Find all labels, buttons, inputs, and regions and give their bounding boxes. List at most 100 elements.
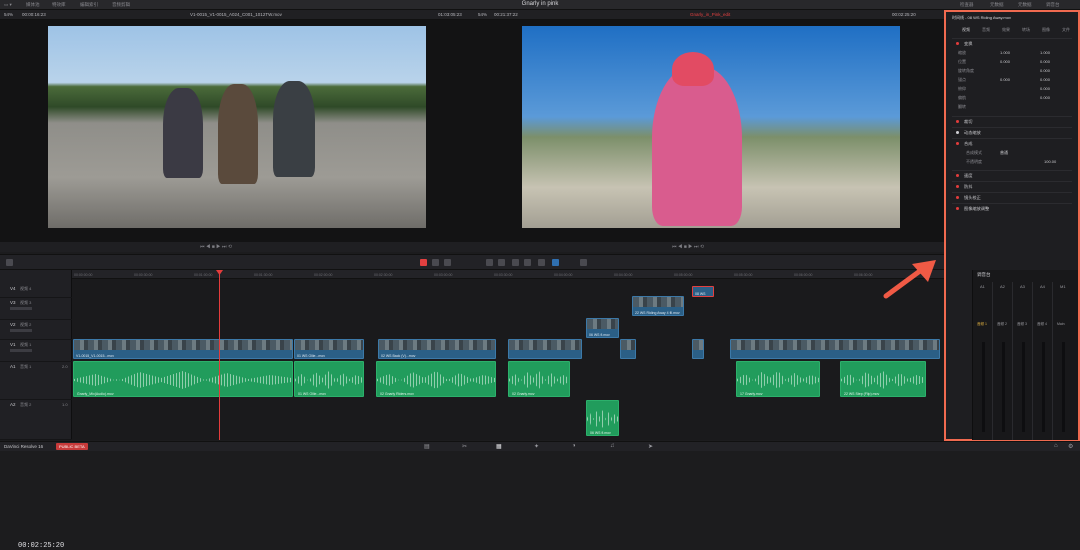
- track-controls[interactable]: [10, 349, 32, 353]
- source-viewer[interactable]: [0, 20, 472, 242]
- track-controls[interactable]: [10, 307, 32, 311]
- track-header-a1[interactable]: A1 音频 1 2.0: [0, 362, 72, 400]
- section-composite[interactable]: 合成: [952, 138, 1072, 148]
- timeline-name[interactable]: Gnarly_in_Pink_edit: [690, 12, 730, 17]
- transform-row[interactable]: 缩放 1.000 1.000: [952, 49, 1072, 58]
- transform-row[interactable]: 翻转: [952, 103, 1072, 112]
- deliver-page-icon[interactable]: ➤: [648, 443, 653, 450]
- media-page-icon[interactable]: ▤: [424, 443, 430, 450]
- enable-dot[interactable]: [956, 196, 959, 199]
- tab-video[interactable]: 视频: [962, 27, 970, 33]
- trim-tool-icon[interactable]: [432, 259, 439, 266]
- audio-clip[interactable]: 01 WS Ollie...mov: [294, 361, 364, 397]
- mixer-channel[interactable]: A1 音频 1: [975, 282, 993, 440]
- audio-clip[interactable]: 06 WS fl.mov: [586, 400, 619, 436]
- topbar-metadata[interactable]: 元数据: [990, 2, 1004, 8]
- color-page-icon[interactable]: ◑: [572, 443, 576, 449]
- timeline-clip[interactable]: [508, 339, 582, 359]
- composite-mode-row[interactable]: 合成模式 普通: [952, 149, 1072, 158]
- tab-file[interactable]: 文件: [1062, 27, 1070, 33]
- play-controls-icon[interactable]: ⏮ ◀ ■ ▶ ⏭ ⟲: [672, 244, 704, 250]
- playhead[interactable]: [219, 270, 220, 440]
- enable-dot[interactable]: [956, 185, 959, 188]
- section-stabilization[interactable]: 防抖: [952, 181, 1072, 191]
- section-dynamic-zoom[interactable]: 动态缩放: [952, 127, 1072, 137]
- topbar-metadata-2[interactable]: 元数据: [1018, 2, 1032, 8]
- play-controls-icon[interactable]: ⏮ ◀ ■ ▶ ⏭ ⟲: [200, 244, 232, 250]
- timeline-clip[interactable]: 02 WS Back (V)...mov: [378, 339, 496, 359]
- insert-icon[interactable]: [486, 259, 493, 266]
- audio-clip[interactable]: 22 WS Step (Flip).mov: [840, 361, 926, 397]
- track-header-a2[interactable]: A2 音频 2 1.0: [0, 400, 72, 440]
- layout-icon[interactable]: [6, 259, 13, 266]
- marker-icon[interactable]: [552, 259, 559, 266]
- fusion-page-icon[interactable]: ✦: [534, 443, 539, 450]
- transform-row[interactable]: 位置 0.000 0.000: [952, 58, 1072, 67]
- enable-dot[interactable]: [956, 120, 959, 123]
- timeline-clip[interactable]: [620, 339, 636, 359]
- track-header-v4[interactable]: V4 视频 4: [0, 284, 72, 298]
- source-clip-name[interactable]: V1-0015_V1-0015_A024_C001_1012TW.mov: [190, 12, 282, 17]
- audio-clip[interactable]: 17 Gnarly.mov: [736, 361, 820, 397]
- cut-page-icon[interactable]: ✂: [462, 443, 467, 450]
- timeline-clip[interactable]: 08 WS: [692, 286, 714, 297]
- home-icon[interactable]: ⌂: [1054, 443, 1058, 449]
- edit-page-icon[interactable]: ▦: [496, 443, 502, 450]
- transform-row[interactable]: 偏航 0.000: [952, 94, 1072, 103]
- transform-row[interactable]: 锚点 0.000 0.000: [952, 76, 1072, 85]
- opacity-row[interactable]: 不透明度 100.00: [952, 158, 1072, 167]
- audio-clip[interactable]: 02 Gnarly Riders.mov: [376, 361, 496, 397]
- section-image-scaling[interactable]: 图像缩放调整: [952, 203, 1072, 213]
- mixer-channel[interactable]: M1 Main: [1055, 282, 1073, 440]
- timeline-viewer[interactable]: [472, 20, 944, 242]
- enable-dot[interactable]: [956, 207, 959, 210]
- section-lens-correction[interactable]: 镜头校正: [952, 192, 1072, 202]
- topbar-mixer[interactable]: 调音台: [1046, 2, 1060, 8]
- source-zoom[interactable]: 54%: [4, 12, 13, 17]
- fairlight-page-icon[interactable]: ♫: [610, 443, 615, 449]
- volume-fader[interactable]: [982, 342, 985, 432]
- track-header-v3[interactable]: V3 视频 3: [0, 298, 72, 320]
- timeline-zoom[interactable]: 54%: [478, 12, 487, 17]
- section-crop[interactable]: 裁切: [952, 116, 1072, 126]
- enable-dot[interactable]: [956, 174, 959, 177]
- link-icon[interactable]: [524, 259, 531, 266]
- timeline-clip[interactable]: [692, 339, 704, 359]
- mixer-channel[interactable]: A4 音频 4: [1035, 282, 1053, 440]
- volume-fader[interactable]: [1002, 342, 1005, 432]
- audio-clip[interactable]: 02 Gnarly.mov: [508, 361, 570, 397]
- section-speed[interactable]: 速度: [952, 170, 1072, 180]
- enable-dot[interactable]: [956, 131, 959, 134]
- volume-fader[interactable]: [1062, 342, 1065, 432]
- track-header-v2[interactable]: V2 视频 2: [0, 320, 72, 340]
- volume-fader[interactable]: [1022, 342, 1025, 432]
- timeline-clip[interactable]: 01 WS Ollie...mov: [294, 339, 364, 359]
- transform-row[interactable]: 旋转角度 0.000: [952, 67, 1072, 76]
- audio-clip[interactable]: Gnarly_Mix(Audio).mov: [73, 361, 293, 397]
- timeline-clip[interactable]: [730, 339, 940, 359]
- overwrite-icon[interactable]: [498, 259, 505, 266]
- tab-effects[interactable]: 效果: [1002, 27, 1010, 33]
- tab-audio[interactable]: 音频: [982, 27, 990, 33]
- mixer-channel[interactable]: A3 音频 3: [1015, 282, 1033, 440]
- timeline-tracks[interactable]: 08 WS 22 WS Riding Away 4 fll.mov 06 WS …: [72, 279, 944, 440]
- timeline-clip[interactable]: 22 WS Riding Away 4 fll.mov: [632, 296, 684, 316]
- tab-image[interactable]: 图像: [1042, 27, 1050, 33]
- selection-tool-icon[interactable]: [420, 259, 427, 266]
- section-transform[interactable]: 变换: [952, 38, 1072, 48]
- settings-icon[interactable]: ⚙: [1068, 443, 1073, 450]
- enable-dot[interactable]: [956, 42, 959, 45]
- snapping-icon[interactable]: [512, 259, 519, 266]
- zoom-icon[interactable]: [580, 259, 587, 266]
- topbar-inspector[interactable]: 检查器: [960, 2, 974, 8]
- mixer-channel[interactable]: A2 音频 2: [995, 282, 1013, 440]
- flag-icon[interactable]: [538, 259, 545, 266]
- track-header-v1[interactable]: V1 视频 1: [0, 340, 72, 362]
- timeline-clip[interactable]: 06 WS fl.mov: [586, 318, 619, 338]
- timeline-ruler[interactable]: 00:00:00:00 00:00:30:00 00:01:00:00 00:0…: [72, 270, 944, 279]
- timeline-clip[interactable]: V1-0015_V1-0015...mov: [73, 339, 293, 359]
- volume-fader[interactable]: [1042, 342, 1045, 432]
- blade-tool-icon[interactable]: [444, 259, 451, 266]
- transform-row[interactable]: 俯仰 0.000: [952, 85, 1072, 94]
- enable-dot[interactable]: [956, 142, 959, 145]
